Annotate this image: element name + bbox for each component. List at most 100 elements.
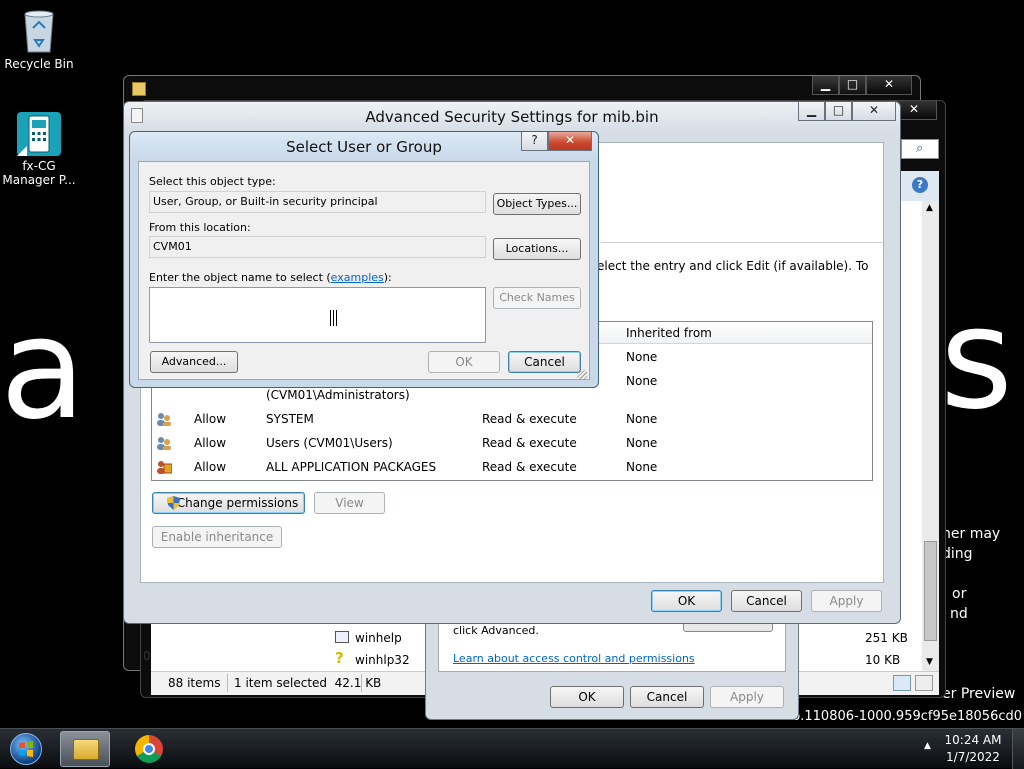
dialog-controls: ? ✕: [521, 132, 592, 152]
watermark-line-3: or: [952, 586, 967, 602]
watermark-line-2: ding: [942, 546, 973, 562]
principal-cell: SYSTEM: [266, 412, 314, 426]
watermark-line-4: nd: [950, 606, 968, 622]
search-icon: ⌕: [916, 141, 924, 156]
recycle-bin-icon: [19, 8, 59, 54]
dialog-body: Select this object type: User, Group, or…: [138, 161, 590, 380]
chrome-icon: [135, 735, 163, 763]
object-type-field: User, Group, or Built-in security princi…: [149, 191, 486, 213]
locations-button[interactable]: Locations...: [493, 238, 581, 260]
details-view-icon[interactable]: [893, 675, 911, 691]
desktop-icon-recycle-bin[interactable]: Recycle Bin: [1, 8, 77, 71]
location-label: From this location:: [149, 221, 251, 234]
principal-cell-line2: (CVM01\Administrators): [266, 388, 410, 402]
close-button[interactable]: ✕: [852, 102, 896, 121]
back-window-controls: ▁ □ ✕: [812, 76, 912, 96]
file-name: winhelp: [355, 631, 402, 645]
type-cell: Allow: [194, 436, 227, 450]
properties-ok-button[interactable]: OK: [550, 686, 624, 708]
examples-link[interactable]: examples: [331, 271, 384, 284]
maximize-button[interactable]: □: [839, 76, 866, 95]
inherited-cell: None: [626, 436, 658, 450]
access-cell: Read & execute: [482, 436, 577, 450]
minimize-button[interactable]: ▁: [812, 76, 839, 95]
access-cell: Read & execute: [482, 460, 577, 474]
advanced-hint: click Advanced.: [453, 624, 539, 637]
tray-overflow-icon[interactable]: ▲: [924, 741, 931, 751]
text-cursor-icon-bar: [333, 310, 334, 326]
close-button[interactable]: ✕: [866, 76, 912, 95]
advanced-ok-button[interactable]: OK: [651, 590, 722, 612]
file-icon: [131, 108, 143, 123]
watermark-build: b.110806-1000.959cf95e18056cd0: [792, 709, 1023, 724]
status-item-count: 88 items: [168, 676, 221, 690]
advanced-button[interactable]: Advanced...: [150, 351, 238, 373]
change-permissions-button[interactable]: Change permissions: [152, 492, 305, 514]
principal-cell: ALL APPLICATION PACKAGES: [266, 460, 437, 474]
resize-grip-icon[interactable]: [577, 370, 587, 380]
table-row[interactable]: Allow SYSTEM Read & execute None: [152, 408, 872, 432]
windows-logo-icon: [10, 733, 42, 765]
select-user-dialog[interactable]: Select User or Group ? ✕ Select this obj…: [129, 131, 599, 388]
object-types-button[interactable]: Object Types...: [493, 193, 581, 215]
watermark-edition: er Preview: [942, 686, 1016, 702]
location-field: CVM01: [149, 236, 486, 258]
folder-icon: [132, 82, 146, 96]
watermark-line-1: ner may: [942, 526, 1001, 542]
taskbar-explorer-button[interactable]: [60, 731, 110, 767]
instructions-text: elect the entry and click Edit (if avail…: [597, 259, 869, 273]
check-names-button[interactable]: Check Names: [493, 287, 581, 309]
clock-date[interactable]: 1/7/2022: [940, 750, 1006, 764]
object-type-label: Select this object type:: [149, 175, 276, 188]
file-icon: [335, 631, 349, 643]
scroll-up-icon[interactable]: ▲: [926, 203, 933, 213]
object-name-input[interactable]: [149, 287, 486, 343]
vertical-scrollbar[interactable]: ▲ ▼: [922, 201, 939, 671]
taskbar: ▲ 10:24 AM 1/7/2022: [0, 728, 1024, 769]
help-icon[interactable]: ?: [912, 177, 928, 193]
dialog-ok-button[interactable]: OK: [428, 351, 500, 373]
users-icon: [156, 436, 172, 450]
object-name-label-end: ):: [383, 271, 392, 284]
minimize-button[interactable]: ▁: [798, 102, 825, 121]
view-button[interactable]: View: [314, 492, 385, 514]
table-row[interactable]: Allow ALL APPLICATION PACKAGES Read & ex…: [152, 456, 872, 480]
file-size: 251 KB: [865, 631, 908, 645]
explorer-search-box[interactable]: ⌕: [901, 139, 939, 159]
maximize-button[interactable]: □: [825, 102, 852, 121]
show-desktop-button[interactable]: [1012, 729, 1024, 769]
properties-cancel-button[interactable]: Cancel: [630, 686, 704, 708]
type-cell: Allow: [194, 460, 227, 474]
desktop-icon-fx-cg-manager[interactable]: fx-CG Manager P...: [1, 110, 77, 187]
column-inherited-from[interactable]: Inherited from: [626, 326, 712, 340]
inherited-cell: None: [626, 412, 658, 426]
left-nav-zero: 0: [143, 649, 151, 663]
change-permissions-label: Change permissions: [176, 496, 299, 510]
help-question-icon: ?: [335, 649, 344, 667]
help-button[interactable]: ?: [521, 132, 548, 151]
calculator-app-icon: [17, 110, 61, 156]
properties-window[interactable]: click Advanced. Learn about access contr…: [425, 612, 799, 720]
start-button[interactable]: [6, 731, 46, 767]
taskbar-chrome-button[interactable]: [124, 731, 174, 767]
table-row[interactable]: Allow Users (CVM01\Users) Read & execute…: [152, 432, 872, 456]
properties-apply-button[interactable]: Apply: [710, 686, 784, 708]
large-icons-view-icon[interactable]: [915, 675, 933, 691]
object-name-label-text: Enter the object name to select (: [149, 271, 331, 284]
clock-time[interactable]: 10:24 AM: [940, 733, 1006, 747]
advanced-apply-button[interactable]: Apply: [811, 590, 882, 612]
advanced-security-title: Advanced Security Settings for mib.bin: [365, 108, 659, 126]
advanced-cancel-button[interactable]: Cancel: [731, 590, 802, 612]
users-icon: [156, 412, 172, 426]
dialog-cancel-button[interactable]: Cancel: [508, 351, 581, 373]
close-button[interactable]: ✕: [548, 132, 592, 151]
object-name-label: Enter the object name to select (example…: [149, 271, 392, 284]
advanced-window-controls: ▁ □ ✕: [798, 102, 896, 122]
scroll-down-icon[interactable]: ▼: [926, 657, 933, 667]
scroll-thumb[interactable]: [924, 541, 937, 641]
learn-access-control-link[interactable]: Learn about access control and permissio…: [453, 652, 695, 665]
file-name: winhlp32: [355, 653, 410, 667]
status-selection: 1 item selected 42.1 KB: [234, 676, 382, 690]
inherited-cell: None: [626, 374, 658, 388]
enable-inheritance-button[interactable]: Enable inheritance: [152, 526, 282, 548]
